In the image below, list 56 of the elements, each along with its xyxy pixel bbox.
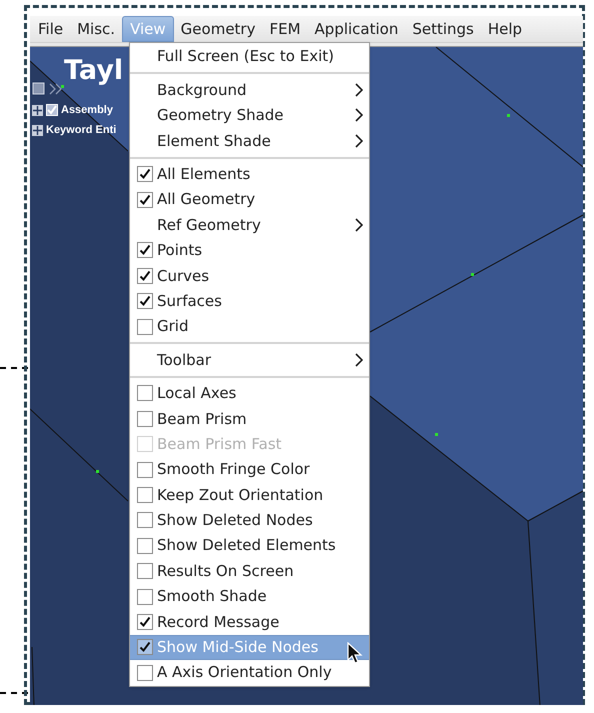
menu-item[interactable]: A Axis Orientation Only: [130, 660, 369, 686]
expand-icon[interactable]: [32, 104, 43, 116]
tree-item-label[interactable]: Keyword Enti: [46, 122, 116, 138]
menu-item[interactable]: Element Shade: [130, 128, 369, 154]
checkbox[interactable]: [137, 538, 153, 554]
menu-item[interactable]: Beam Prism: [130, 406, 369, 432]
menu-item[interactable]: Points: [130, 238, 369, 264]
menu-bar-item[interactable]: Application: [308, 16, 406, 42]
menu-bar-item[interactable]: Geometry: [174, 16, 262, 42]
menu-bar-item[interactable]: FEM: [262, 16, 308, 42]
checkbox[interactable]: [137, 563, 153, 580]
menu-item[interactable]: Geometry Shade: [130, 102, 369, 128]
checkbox[interactable]: [137, 192, 153, 208]
expand-icon[interactable]: [32, 124, 43, 136]
chevron-right-icon: [355, 134, 363, 148]
chevron-right-icon: [355, 218, 363, 232]
checkbox[interactable]: [137, 385, 153, 402]
chevron-right-icon: [355, 83, 363, 98]
menu-item[interactable]: Ref Geometry: [130, 212, 369, 238]
menu-item[interactable]: Surfaces: [130, 288, 369, 314]
menu-item[interactable]: Grid: [130, 314, 369, 340]
checkbox[interactable]: [137, 462, 153, 478]
menu-item[interactable]: Toolbar: [130, 347, 369, 373]
checkbox[interactable]: [137, 318, 153, 335]
menu-item[interactable]: All Geometry: [130, 186, 369, 212]
menu-item[interactable]: Show Deleted Nodes: [130, 508, 369, 534]
checkbox[interactable]: [137, 512, 153, 528]
menu-item[interactable]: Record Message: [130, 609, 369, 635]
model-title: Tayl: [64, 57, 124, 84]
menu-item[interactable]: Show Deleted Elements: [130, 533, 369, 558]
checkbox[interactable]: [137, 614, 153, 630]
checkbox[interactable]: [137, 588, 153, 604]
checkbox[interactable]: [137, 268, 153, 284]
menu-item[interactable]: Smooth Fringe Color: [130, 456, 369, 482]
menu-item[interactable]: Full Screen (Esc to Exit): [130, 44, 369, 70]
menu-item[interactable]: Keep Zout Orientation: [130, 482, 369, 508]
menu-item[interactable]: All Elements: [130, 162, 369, 187]
checkbox[interactable]: [137, 166, 153, 182]
menu-item[interactable]: Background: [130, 77, 369, 103]
menu-item[interactable]: Smooth Shade: [130, 584, 369, 610]
checkbox[interactable]: [137, 410, 153, 427]
menu-bar-item[interactable]: File: [31, 16, 70, 42]
checkbox[interactable]: [137, 293, 153, 310]
menu-bar-item[interactable]: Help: [480, 16, 530, 42]
menu-item[interactable]: Results On Screen: [130, 558, 369, 584]
chevron-right-icon: [355, 108, 363, 122]
chevron-right-icon: [355, 352, 363, 367]
checkbox[interactable]: [137, 664, 153, 681]
menu-bar-item[interactable]: Misc.: [70, 16, 122, 42]
menu-item[interactable]: Curves: [130, 263, 369, 289]
mouse-cursor-icon: [347, 642, 363, 664]
checkbox[interactable]: [137, 242, 153, 258]
menu-bar-item[interactable]: Settings: [405, 16, 481, 42]
checkbox[interactable]: [137, 486, 153, 503]
menu-item[interactable]: Local Axes: [130, 380, 369, 406]
checkbox[interactable]: [137, 639, 153, 656]
